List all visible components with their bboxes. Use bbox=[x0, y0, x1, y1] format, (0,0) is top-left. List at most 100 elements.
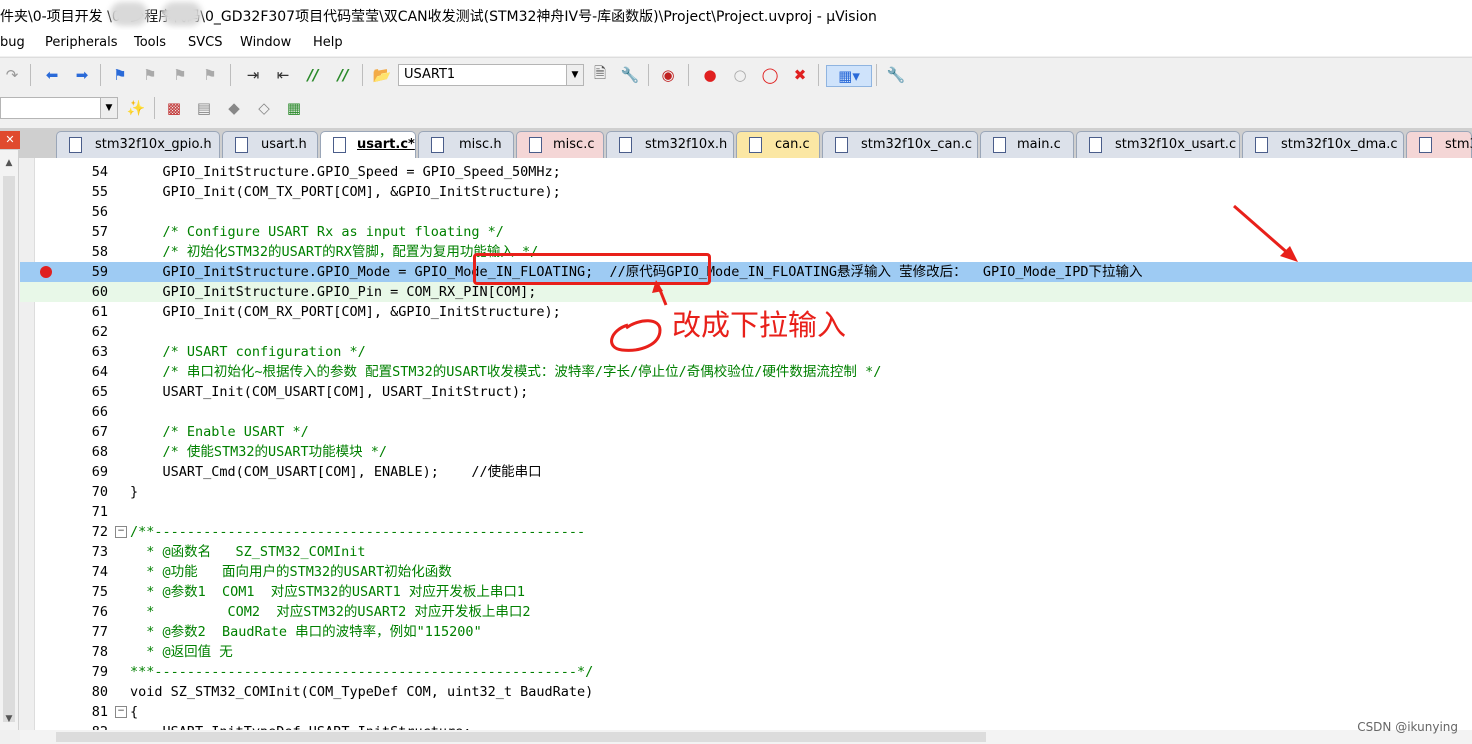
manage-rte-icon[interactable]: ◆ bbox=[224, 98, 244, 118]
code-line: 63 /* USART configuration */ bbox=[20, 342, 1472, 362]
menu-window[interactable]: Window bbox=[240, 35, 291, 50]
menu-help[interactable]: Help bbox=[313, 35, 343, 50]
vertical-scrollbar[interactable]: ▲ ▼ bbox=[0, 150, 19, 730]
kill-breakpoints-icon[interactable]: ✖ bbox=[790, 65, 810, 85]
tab-main-c[interactable]: main.c bbox=[980, 131, 1074, 158]
line-number: 73 bbox=[91, 544, 108, 560]
tab-stm32f10x-usart-c[interactable]: stm32f10x_usart.c bbox=[1076, 131, 1240, 158]
nav-back-icon[interactable]: ⬅ bbox=[42, 65, 62, 85]
configure-icon[interactable]: 🔧 bbox=[886, 65, 906, 85]
code-editor[interactable]: 54 GPIO_InitStructure.GPIO_Speed = GPIO_… bbox=[20, 158, 1472, 740]
tab-label: misc.c bbox=[553, 137, 595, 152]
unindent-icon[interactable]: ⇤ bbox=[273, 65, 293, 85]
line-number: 59 bbox=[91, 264, 108, 280]
close-icon[interactable]: ✕ bbox=[0, 131, 20, 149]
line-number: 70 bbox=[91, 484, 108, 500]
line-number: 64 bbox=[91, 364, 108, 380]
line-number: 56 bbox=[91, 204, 108, 220]
chevron-down-icon[interactable]: ▼ bbox=[100, 98, 117, 118]
redaction-blur bbox=[162, 2, 202, 26]
code-line: 66 bbox=[20, 402, 1472, 422]
toolbar-separator bbox=[230, 64, 231, 86]
bookmark-prev-icon[interactable]: ⚑ bbox=[140, 65, 160, 85]
menu-debug[interactable]: bug bbox=[0, 35, 25, 50]
find-icon[interactable]: 🗎 bbox=[590, 64, 610, 85]
code-line: 54 GPIO_InitStructure.GPIO_Speed = GPIO_… bbox=[20, 162, 1472, 182]
tab-misc-h[interactable]: misc.h bbox=[418, 131, 514, 158]
indent-icon[interactable]: ⇥ bbox=[243, 65, 263, 85]
toolbar-separator bbox=[688, 64, 689, 86]
toolbar-separator bbox=[154, 97, 155, 119]
manage-components-icon[interactable]: ▩ bbox=[164, 98, 184, 118]
file-icon bbox=[333, 137, 346, 153]
file-icon bbox=[235, 137, 248, 153]
debug-session-icon[interactable]: ◉ bbox=[658, 65, 678, 85]
menu-tools[interactable]: Tools bbox=[134, 35, 166, 50]
line-number: 81 bbox=[91, 704, 108, 720]
tab-stm32f10x-gpio-h[interactable]: stm32f10x_gpio.h bbox=[56, 131, 220, 158]
menu-peripherals[interactable]: Peripherals bbox=[45, 35, 118, 50]
scroll-down-icon[interactable]: ▼ bbox=[0, 710, 18, 728]
code-comment: * @函数名 SZ_STM32_COMInit bbox=[130, 544, 366, 560]
scrollbar-thumb[interactable] bbox=[56, 732, 986, 742]
chevron-down-icon[interactable]: ▼ bbox=[566, 65, 583, 85]
file-icon bbox=[1089, 137, 1102, 153]
tab-label: can.c bbox=[775, 137, 810, 152]
insert-breakpoint-icon[interactable]: ● bbox=[700, 65, 720, 85]
line-number: 69 bbox=[91, 464, 108, 480]
menu-svcs[interactable]: SVCS bbox=[188, 35, 222, 50]
line-number: 80 bbox=[91, 684, 108, 700]
line-number: 66 bbox=[91, 404, 108, 420]
line-number: 72 bbox=[91, 524, 108, 540]
tab-usart-h[interactable]: usart.h bbox=[222, 131, 318, 158]
find-in-files-icon[interactable]: 📂 bbox=[372, 65, 392, 85]
fold-toggle-icon[interactable]: − bbox=[115, 526, 127, 538]
tab-misc-c[interactable]: misc.c bbox=[516, 131, 604, 158]
redo-icon[interactable]: ↷ bbox=[2, 65, 22, 85]
select-pack-icon[interactable]: ▤ bbox=[194, 98, 214, 118]
window-layout-icon[interactable]: ▦▾ bbox=[826, 65, 872, 87]
tab-stm32f10x-can-c[interactable]: stm32f10x_can.c bbox=[822, 131, 978, 158]
code-line: 78 * @返回值 无 bbox=[20, 642, 1472, 662]
tab-can-c[interactable]: can.c bbox=[736, 131, 820, 158]
tab-stm32f10x-h[interactable]: stm32f10x.h bbox=[606, 131, 734, 158]
enable-breakpoint-icon[interactable]: ○ bbox=[730, 65, 750, 85]
line-number: 75 bbox=[91, 584, 108, 600]
line-number: 77 bbox=[91, 624, 108, 640]
annotation-label: 改成下拉输入 bbox=[672, 308, 847, 342]
scroll-up-icon[interactable]: ▲ bbox=[0, 154, 18, 172]
toolbar-separator bbox=[648, 64, 649, 86]
code-comment: * @功能 面向用户的STM32的USART初始化函数 bbox=[130, 564, 452, 580]
line-number: 79 bbox=[91, 664, 108, 680]
target-combo[interactable]: USART1 ▼ bbox=[398, 64, 584, 86]
file-icon bbox=[993, 137, 1006, 153]
incremental-find-icon[interactable]: 🔧 bbox=[620, 65, 640, 85]
multi-project-icon[interactable]: ▦ bbox=[284, 98, 304, 118]
bookmark-next-icon[interactable]: ⚑ bbox=[170, 65, 190, 85]
code-line: 77 * @参数2 BaudRate 串口的波特率，例如"115200" bbox=[20, 622, 1472, 642]
code-line: 71 bbox=[20, 502, 1472, 522]
fold-toggle-icon[interactable]: − bbox=[115, 706, 127, 718]
line-number: 78 bbox=[91, 644, 108, 660]
tab-usart-c[interactable]: usart.c* bbox=[320, 131, 416, 158]
disable-breakpoints-icon[interactable]: ◯ bbox=[760, 65, 780, 85]
code-line: 55 GPIO_Init(COM_TX_PORT[COM], &GPIO_Ini… bbox=[20, 182, 1472, 202]
bookmark-icon[interactable]: ⚑ bbox=[110, 65, 130, 85]
horizontal-scrollbar[interactable] bbox=[20, 730, 1472, 744]
tab-label: stm32f10x_can.c bbox=[861, 137, 973, 152]
toolbar-build: ▼ ✨ ▩ ▤ ◆ ◇ ▦ bbox=[0, 91, 1472, 125]
tab-stm32f10x-dma-c[interactable]: stm32f10x_dma.c bbox=[1242, 131, 1404, 158]
code-comment: * COM2 对应STM32的USART2 对应开发板上串口2 bbox=[130, 604, 531, 620]
code-line: 74 * @功能 面向用户的STM32的USART初始化函数 bbox=[20, 562, 1472, 582]
bookmark-clear-icon[interactable]: ⚑ bbox=[200, 65, 220, 85]
tab-stm3-truncated[interactable]: stm3 bbox=[1406, 131, 1472, 158]
target-options-icon[interactable]: ✨ bbox=[126, 98, 146, 118]
pack-installer-icon[interactable]: ◇ bbox=[254, 98, 274, 118]
line-number: 55 bbox=[91, 184, 108, 200]
uncomment-icon[interactable]: // bbox=[333, 65, 353, 85]
nav-forward-icon[interactable]: ➡ bbox=[72, 65, 92, 85]
scrollbar-thumb[interactable] bbox=[3, 176, 15, 722]
target-select-combo[interactable]: ▼ bbox=[0, 97, 118, 119]
comment-icon[interactable]: // bbox=[303, 65, 323, 85]
code-comment: * @参数2 BaudRate 串口的波特率，例如"115200" bbox=[130, 624, 482, 640]
